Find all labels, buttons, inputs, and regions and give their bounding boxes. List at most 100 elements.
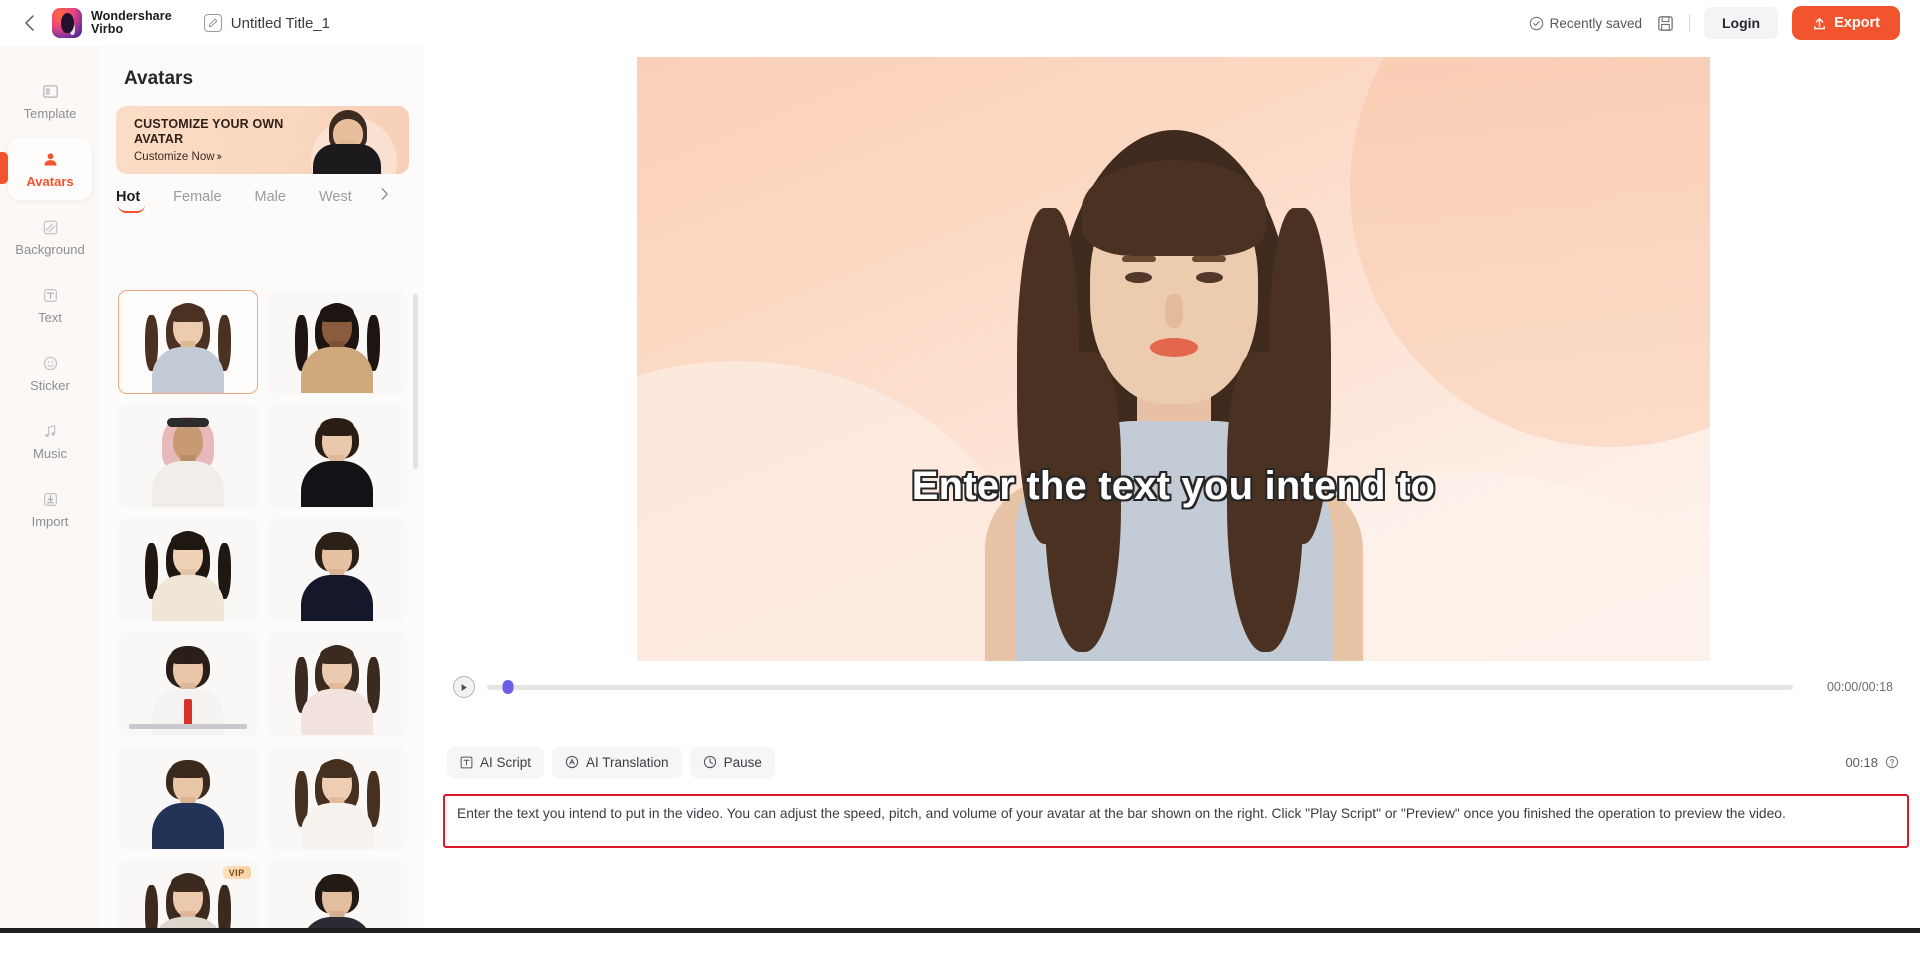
header-divider [1689, 14, 1690, 32]
video-preview-canvas[interactable]: Enter the text you intend to [637, 57, 1710, 661]
timeline-time-display: 00:00/00:18 [1805, 680, 1893, 694]
check-circle-icon [1529, 16, 1544, 31]
avatar-grid-scroll-area[interactable]: VIP [100, 290, 425, 933]
promo-avatar-image [283, 106, 409, 174]
text-box-icon [460, 756, 473, 769]
script-toolbar: AI Script AI Translation Pause 00:18 [447, 741, 1907, 783]
chevron-left-icon [23, 14, 36, 32]
wondershare-virbo-logo [52, 8, 82, 38]
export-label: Export [1834, 15, 1880, 31]
sidebar-label-avatars: Avatars [26, 174, 73, 189]
rename-title-button[interactable] [204, 14, 222, 32]
preview-avatar [939, 116, 1409, 661]
tab-male[interactable]: Male [255, 189, 286, 214]
avatar-card[interactable] [118, 290, 258, 394]
save-status: Recently saved [1529, 16, 1642, 31]
tab-west[interactable]: West [319, 189, 353, 214]
avatar-card[interactable] [268, 404, 408, 508]
sidebar-label-text: Text [38, 310, 62, 325]
avatar-card[interactable] [268, 746, 408, 850]
sidebar-item-avatars[interactable]: Avatars [8, 138, 92, 200]
timeline-playhead[interactable] [502, 680, 513, 694]
script-text-content: Enter the text you intend to put in the … [457, 804, 1895, 824]
save-status-label: Recently saved [1550, 16, 1642, 31]
avatar-card[interactable] [118, 632, 258, 736]
app-header: Wondershare Virbo Untitled Title_1 Recen… [0, 0, 1920, 46]
timeline-track[interactable] [487, 685, 1793, 690]
play-icon [460, 683, 468, 692]
avatar-card[interactable] [268, 290, 408, 394]
tab-hot[interactable]: Hot [116, 189, 140, 214]
document-title[interactable]: Untitled Title_1 [231, 15, 330, 32]
avatar-card[interactable] [118, 518, 258, 622]
sidebar-label-background: Background [15, 242, 84, 257]
double-chevron-right-icon: ›› [217, 151, 220, 163]
brand-name: Wondershare Virbo [91, 10, 172, 37]
ai-script-label: AI Script [480, 755, 531, 770]
tabs-next-button[interactable] [379, 187, 390, 206]
ai-script-button[interactable]: AI Script [447, 747, 544, 778]
video-timeline: 00:00/00:18 [453, 671, 1893, 703]
sticker-icon [40, 353, 60, 373]
sidebar-label-template: Template [24, 106, 77, 121]
sidebar-label-sticker: Sticker [30, 378, 70, 393]
pause-label: Pause [724, 755, 762, 770]
video-subtitle: Enter the text you intend to [637, 464, 1710, 509]
tab-female[interactable]: Female [173, 189, 221, 214]
avatar-card[interactable] [268, 860, 408, 933]
document-title-group: Untitled Title_1 [204, 14, 330, 32]
promo-cta-label: Customize Now [134, 151, 215, 163]
avatar-card[interactable]: VIP [118, 860, 258, 933]
back-button[interactable] [14, 8, 44, 38]
left-rail: Template Avatars Background Text [0, 46, 100, 933]
avatar-card[interactable] [268, 518, 408, 622]
avatars-panel: Avatars CUSTOMIZE YOUR OWN AVATAR Custom… [100, 46, 425, 933]
sidebar-item-background[interactable]: Background [8, 206, 92, 268]
script-duration: 00:18 [1845, 755, 1878, 770]
sidebar-item-music[interactable]: Music [8, 410, 92, 472]
header-actions: Recently saved Login Export [1529, 6, 1920, 40]
script-duration-group: 00:18 [1845, 755, 1907, 770]
avatar-grid: VIP [100, 290, 425, 933]
text-icon [40, 285, 60, 305]
panel-title: Avatars [124, 68, 425, 90]
brand-line-2: Virbo [91, 23, 172, 37]
clock-pause-icon [703, 755, 717, 769]
sidebar-item-sticker[interactable]: Sticker [8, 342, 92, 404]
sidebar-label-music: Music [33, 446, 67, 461]
login-button[interactable]: Login [1704, 7, 1778, 39]
ai-translation-button[interactable]: AI Translation [552, 747, 682, 778]
avatar-icon [40, 149, 60, 169]
customize-avatar-promo-banner[interactable]: CUSTOMIZE YOUR OWN AVATAR Customize Now›… [116, 106, 409, 174]
sidebar-item-text[interactable]: Text [8, 274, 92, 336]
floppy-save-icon[interactable] [1656, 14, 1675, 33]
sidebar-item-import[interactable]: Import [8, 478, 92, 540]
avatar-card[interactable] [118, 404, 258, 508]
pencil-edit-icon [208, 18, 218, 28]
question-circle-icon[interactable] [1885, 755, 1899, 769]
template-icon [40, 81, 60, 101]
brand-line-1: Wondershare [91, 10, 172, 24]
avatar-card[interactable] [268, 632, 408, 736]
bottom-strip [0, 928, 1920, 933]
background-icon [40, 217, 60, 237]
play-pause-button[interactable] [453, 676, 475, 698]
ai-translation-label: AI Translation [586, 755, 669, 770]
sidebar-label-import: Import [32, 514, 69, 529]
sidebar-item-template[interactable]: Template [8, 70, 92, 132]
editor-stage: Enter the text you intend to 00:00/00:18… [425, 46, 1920, 933]
avatar-panel-scrollbar[interactable] [413, 294, 418, 734]
scrollbar-thumb[interactable] [413, 294, 418, 469]
import-icon [40, 489, 60, 509]
upload-icon [1812, 16, 1827, 31]
export-button[interactable]: Export [1792, 6, 1900, 40]
avatar-card[interactable] [118, 746, 258, 850]
avatar-category-tabs: Hot Female Male West [116, 189, 396, 214]
promo-headline: CUSTOMIZE YOUR OWN AVATAR [134, 117, 294, 147]
promo-cta[interactable]: Customize Now›› [134, 151, 220, 163]
music-icon [40, 421, 60, 441]
vip-badge: VIP [223, 866, 251, 879]
pause-button[interactable]: Pause [690, 747, 775, 778]
translate-circle-icon [565, 755, 579, 769]
script-text-area[interactable]: Enter the text you intend to put in the … [443, 794, 1909, 848]
